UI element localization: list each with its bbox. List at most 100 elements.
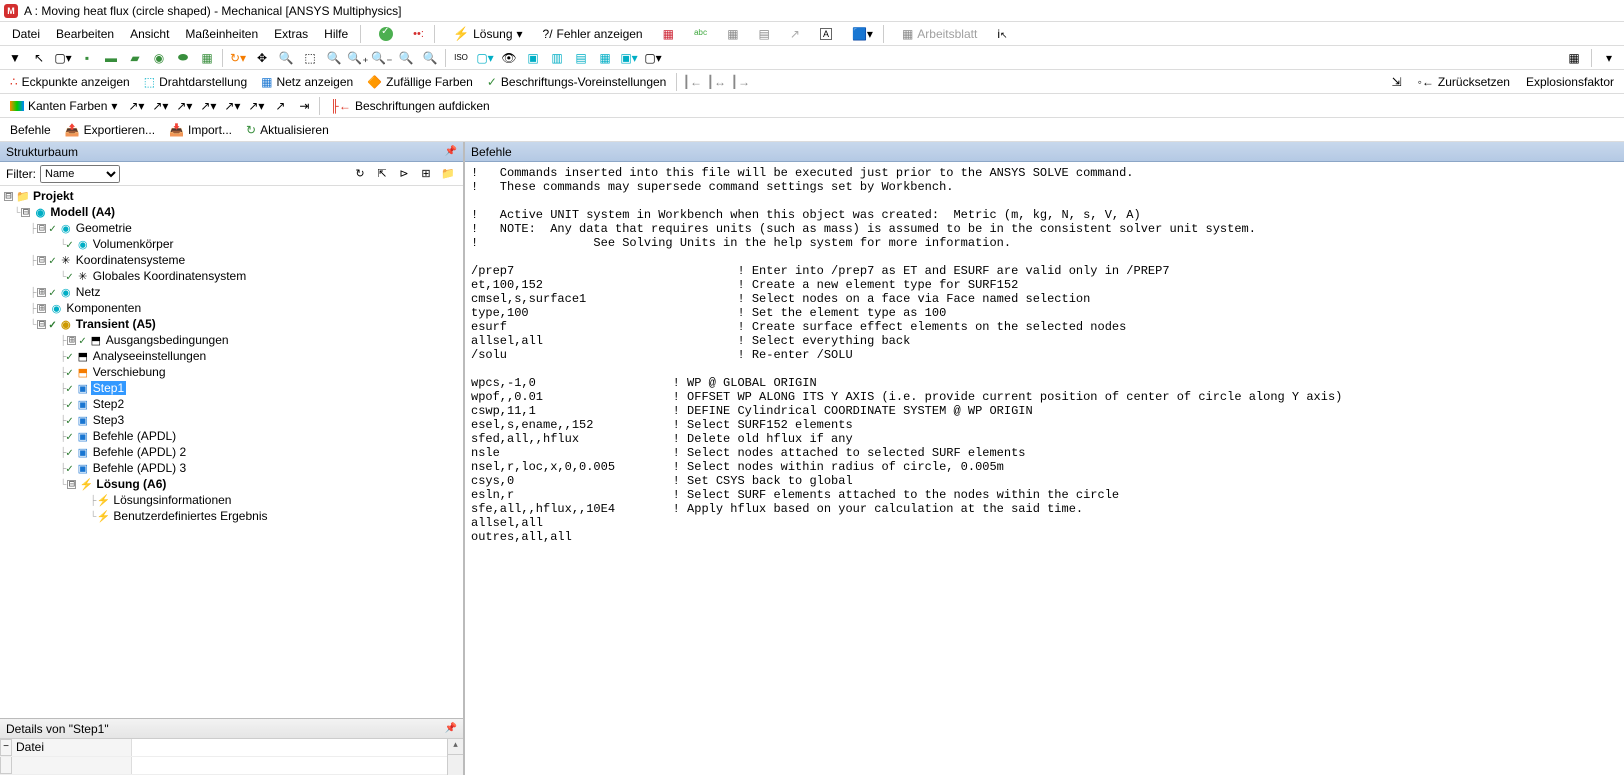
kanten-button[interactable]: Kanten Farben ▾ [4, 97, 123, 115]
tree-verschiebung[interactable]: ├⬒Verschiebung [0, 364, 463, 380]
tb-icon1[interactable]: ▦ [657, 25, 680, 43]
tb1-view2[interactable]: ▥ [546, 48, 568, 68]
pin-icon[interactable]: 📌 [445, 146, 457, 157]
tb-icon2[interactable]: ᵃᵇᶜ [688, 25, 713, 43]
tree-loesung[interactable]: └⊟⚡Lösung (A6) [0, 476, 463, 492]
filter-tree[interactable]: ⊳ [395, 165, 413, 183]
tb1-right2[interactable]: ▾ [1598, 48, 1620, 68]
tb-icon5[interactable]: ↗ [784, 25, 806, 43]
tb1-zoombox[interactable]: ⬚ [299, 48, 321, 68]
tb3-k5[interactable]: ↗▾ [221, 96, 243, 116]
tree-transient[interactable]: └⊟◉Transient (A5) [0, 316, 463, 332]
farben-button[interactable]: 🔶 Zufällige Farben [361, 73, 479, 91]
filter-select[interactable]: Name [40, 165, 120, 183]
tb1-zoomin[interactable]: 🔍₊ [347, 48, 369, 68]
menu-bearbeiten[interactable]: Bearbeiten [48, 24, 122, 44]
eckpunkte-button[interactable]: ∴ Eckpunkte anzeigen [4, 73, 136, 91]
tb-icon4[interactable]: ▤ [753, 25, 776, 43]
tree-benutzer[interactable]: └⚡Benutzerdefiniertes Ergebnis [0, 508, 463, 524]
befehle-button[interactable]: Befehle [4, 121, 57, 139]
menu-ansicht[interactable]: Ansicht [122, 24, 177, 44]
netz-button[interactable]: ▦ Netz anzeigen [255, 73, 359, 91]
filter-expand[interactable]: ⇱ [373, 165, 391, 183]
tb2-reseticon[interactable]: ⇲ [1386, 72, 1408, 92]
tb1-look[interactable]: 👁 [498, 48, 520, 68]
tree-koordsys[interactable]: ├⊟✳Koordinatensysteme [0, 252, 463, 268]
tree-view[interactable]: ⊟📁Projekt └⊟◉Modell (A4) ├⊟◉Geometrie └◉… [0, 186, 463, 718]
tb1-face[interactable]: ▰ [124, 48, 146, 68]
filter-refresh[interactable]: ↻ [351, 165, 369, 183]
loesung-button[interactable]: ⚡ Lösung ▾ [447, 24, 529, 44]
draht-button[interactable]: ⬚ Drahtdarstellung [138, 73, 253, 91]
tb1-wire[interactable]: ▢▾ [642, 48, 664, 68]
tb1-node[interactable]: ⬬ [172, 48, 194, 68]
filter-plus[interactable]: ⊞ [417, 165, 435, 183]
tree-loesinfo[interactable]: ├⚡Lösungsinformationen [0, 492, 463, 508]
tree-global[interactable]: └✳Globales Koordinatensystem [0, 268, 463, 284]
scroll-up-icon[interactable]: ▴ [448, 739, 463, 755]
details-scrollbar[interactable]: ▴ [447, 739, 463, 775]
menu-datei[interactable]: Datei [4, 24, 48, 44]
tb1-pan[interactable]: ✥ [251, 48, 273, 68]
tb1-front[interactable]: ▢▾ [474, 48, 496, 68]
tree-befehle2[interactable]: ├▣Befehle (APDL) 2 [0, 444, 463, 460]
tb3-k7[interactable]: ↗ [269, 96, 291, 116]
aktual-button[interactable]: ↻ Aktualisieren [240, 121, 335, 139]
dots-button[interactable]: ••: [407, 26, 430, 42]
zuruecksetzen-button[interactable]: ◦← Zurücksetzen [1412, 73, 1516, 91]
tb1-view4[interactable]: ▦ [594, 48, 616, 68]
code-editor[interactable]: ! Commands inserted into this file will … [465, 162, 1624, 775]
details-row-datei[interactable]: − Datei [0, 739, 447, 757]
tb1-body[interactable]: ◉ [148, 48, 170, 68]
tb1-view1[interactable]: ▣ [522, 48, 544, 68]
check-button[interactable] [373, 25, 399, 43]
tree-analyse[interactable]: ├⬒Analyseeinstellungen [0, 348, 463, 364]
tb3-k1[interactable]: ↗▾ [125, 96, 147, 116]
tb2-c2[interactable]: ┃↔ [705, 72, 727, 92]
explosion-button[interactable]: Explosionsfaktor [1520, 73, 1620, 91]
tree-befehle3[interactable]: ├▣Befehle (APDL) 3 [0, 460, 463, 476]
details-pin-icon[interactable]: 📌 [445, 723, 457, 734]
tree-projekt[interactable]: ⊟📁Projekt [0, 188, 463, 204]
tb1-view5[interactable]: ▣▾ [618, 48, 640, 68]
tb1-zoomfit[interactable]: 🔍 [323, 48, 345, 68]
tb3-k8[interactable]: ⇥ [293, 96, 315, 116]
fehler-button[interactable]: ?/ Fehler anzeigen [537, 25, 649, 43]
tb1-zoom[interactable]: 🔍 [275, 48, 297, 68]
beschriftung-button[interactable]: ✓ Beschriftungs-Voreinstellungen [481, 73, 673, 91]
tb2-c3[interactable]: ┃→ [729, 72, 751, 92]
expand-toggle[interactable]: − [0, 739, 12, 756]
tb1-right1[interactable]: ▦ [1563, 48, 1585, 68]
tree-geometrie[interactable]: ├⊟◉Geometrie [0, 220, 463, 236]
tree-netz[interactable]: ├⊞◉Netz [0, 284, 463, 300]
tb1-prev[interactable]: 🔍 [395, 48, 417, 68]
menu-masseinheiten[interactable]: Maßeinheiten [177, 24, 266, 44]
tb3-k4[interactable]: ↗▾ [197, 96, 219, 116]
tb2-c1[interactable]: ┃← [681, 72, 703, 92]
tb1-zoomout[interactable]: 🔍₋ [371, 48, 393, 68]
tree-step1[interactable]: ├▣Step1 [0, 380, 463, 396]
menu-hilfe[interactable]: Hilfe [316, 24, 356, 44]
tb1-point[interactable]: ▪ [76, 48, 98, 68]
tree-step2[interactable]: ├▣Step2 [0, 396, 463, 412]
menu-extras[interactable]: Extras [266, 24, 316, 44]
tree-modell[interactable]: └⊟◉Modell (A4) [0, 204, 463, 220]
tb1-view3[interactable]: ▤ [570, 48, 592, 68]
tb1-filter[interactable]: ▼ [4, 48, 26, 68]
export-button[interactable]: 📤 Exportieren... [59, 121, 161, 139]
tb1-select-arrow[interactable]: ↖ [28, 48, 50, 68]
tb1-edge[interactable]: ▬ [100, 48, 122, 68]
tb1-elem[interactable]: ▦ [196, 48, 218, 68]
tb3-k2[interactable]: ↗▾ [149, 96, 171, 116]
tb-icon3[interactable]: ▦ [721, 25, 744, 43]
tree-step3[interactable]: ├▣Step3 [0, 412, 463, 428]
tree-volumen[interactable]: └◉Volumenkörper [0, 236, 463, 252]
tb3-k3[interactable]: ↗▾ [173, 96, 195, 116]
arbeitsblatt-button[interactable]: ▦ Arbeitsblatt [896, 25, 983, 43]
tb3-k6[interactable]: ↗▾ [245, 96, 267, 116]
tree-ausgang[interactable]: ├⊞⬒Ausgangsbedingungen [0, 332, 463, 348]
info-button[interactable]: i↖ [991, 25, 1013, 43]
aufdicken-button[interactable]: ╟← Beschriftungen aufdicken [324, 97, 495, 115]
tb1-iso[interactable]: ISO [450, 48, 472, 68]
tree-befehle1[interactable]: ├▣Befehle (APDL) [0, 428, 463, 444]
